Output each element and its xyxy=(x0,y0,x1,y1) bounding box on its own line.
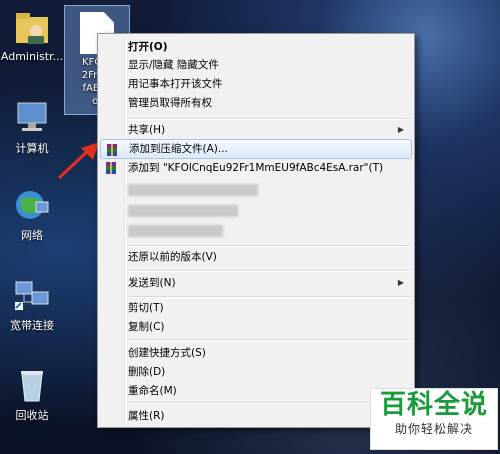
blurred-menu-item xyxy=(128,225,223,237)
submenu-arrow-icon: ▶ xyxy=(397,125,404,134)
menu-item-add-to-archive[interactable]: 添加到压缩文件(A)... xyxy=(100,139,412,159)
desktop-icon-label: 宽带连接 xyxy=(10,319,54,332)
desktop-icon-recycle-bin[interactable]: 回收站 xyxy=(0,365,64,423)
network-globe-icon xyxy=(10,185,54,225)
desktop-icon-label: 网络 xyxy=(21,229,43,242)
menu-item-copy[interactable]: 复制(C) xyxy=(100,317,412,337)
menu-item-open-notepad[interactable]: 用记事本打开该文件 xyxy=(100,74,412,94)
winrar-icon xyxy=(106,162,116,174)
desktop-icon-label: Administr... xyxy=(0,50,64,63)
recycle-bin-icon xyxy=(10,365,54,405)
watermark-title: 百科全说 xyxy=(379,390,488,420)
menu-item-create-shortcut[interactable]: 创建快捷方式(S) xyxy=(100,343,412,363)
user-folder-icon xyxy=(10,8,54,48)
desktop-icon-network[interactable]: 网络 xyxy=(0,185,64,243)
menu-item-properties[interactable]: 属性(R) xyxy=(100,406,412,426)
menu-separator xyxy=(128,402,410,404)
desktop-icon-label: 回收站 xyxy=(15,409,49,422)
menu-item-rename[interactable]: 重命名(M) xyxy=(100,381,412,401)
menu-item-restore-versions[interactable]: 还原以前的版本(V) xyxy=(100,247,412,267)
menu-separator xyxy=(128,270,410,272)
menu-separator xyxy=(128,339,410,341)
menu-item-take-ownership[interactable]: 管理员取得所有权 xyxy=(100,93,412,113)
watermark-subtitle: 助你轻松解决 xyxy=(394,422,473,436)
watermark-logo: 百科全说 助你轻松解决 xyxy=(370,388,498,450)
desktop-icon-broadband[interactable]: 宽带连接 xyxy=(0,275,64,333)
menu-item-cut[interactable]: 剪切(T) xyxy=(100,298,412,318)
blurred-menu-item xyxy=(128,184,258,196)
menu-item-open[interactable]: 打开(O) xyxy=(100,37,412,57)
winrar-icon xyxy=(107,144,117,156)
blurred-menu-item xyxy=(128,205,238,217)
computer-icon xyxy=(10,98,54,138)
menu-item-share[interactable]: 共享(H) ▶ xyxy=(100,120,412,140)
context-menu: 打开(O) 显示/隐藏 隐藏文件 用记事本打开该文件 管理员取得所有权 共享(H… xyxy=(97,33,415,428)
desktop-icon-administrator[interactable]: Administr... xyxy=(0,8,64,63)
menu-item-add-to-rar[interactable]: 添加到 "KFOlCnqEu92Fr1MmEU9fABc4EsA.rar"(T) xyxy=(100,158,412,178)
menu-item-toggle-hidden[interactable]: 显示/隐藏 隐藏文件 xyxy=(100,55,412,75)
broadband-connection-icon xyxy=(10,275,54,315)
menu-item-delete[interactable]: 删除(D) xyxy=(100,362,412,382)
menu-item-send-to[interactable]: 发送到(N) ▶ xyxy=(100,273,412,293)
submenu-arrow-icon: ▶ xyxy=(397,278,404,287)
red-arrow-icon xyxy=(57,142,99,180)
